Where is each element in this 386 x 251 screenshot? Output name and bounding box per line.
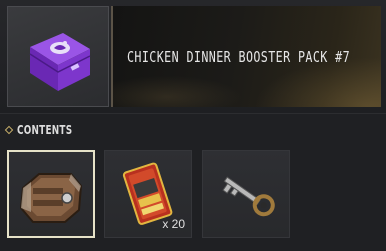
diamond-icon [4,125,14,135]
content-slot-case[interactable] [7,150,95,238]
contents-label: CONTENTS [17,123,73,137]
item-quantity: x 20 [162,217,185,231]
pack-title: CHICKEN DINNER BOOSTER PACK #7 [127,48,351,66]
key-icon [222,176,275,217]
contents-header: CONTENTS [4,123,84,137]
pack-thumbnail [7,6,109,107]
pack-title-banner: CHICKEN DINNER BOOSTER PACK #7 [111,6,381,107]
content-slot-coupon[interactable]: x 20 [104,150,192,238]
armored-case-icon [19,173,83,223]
purple-crate-icon [29,33,91,91]
content-slot-key[interactable] [202,150,290,238]
header-divider [0,113,386,114]
